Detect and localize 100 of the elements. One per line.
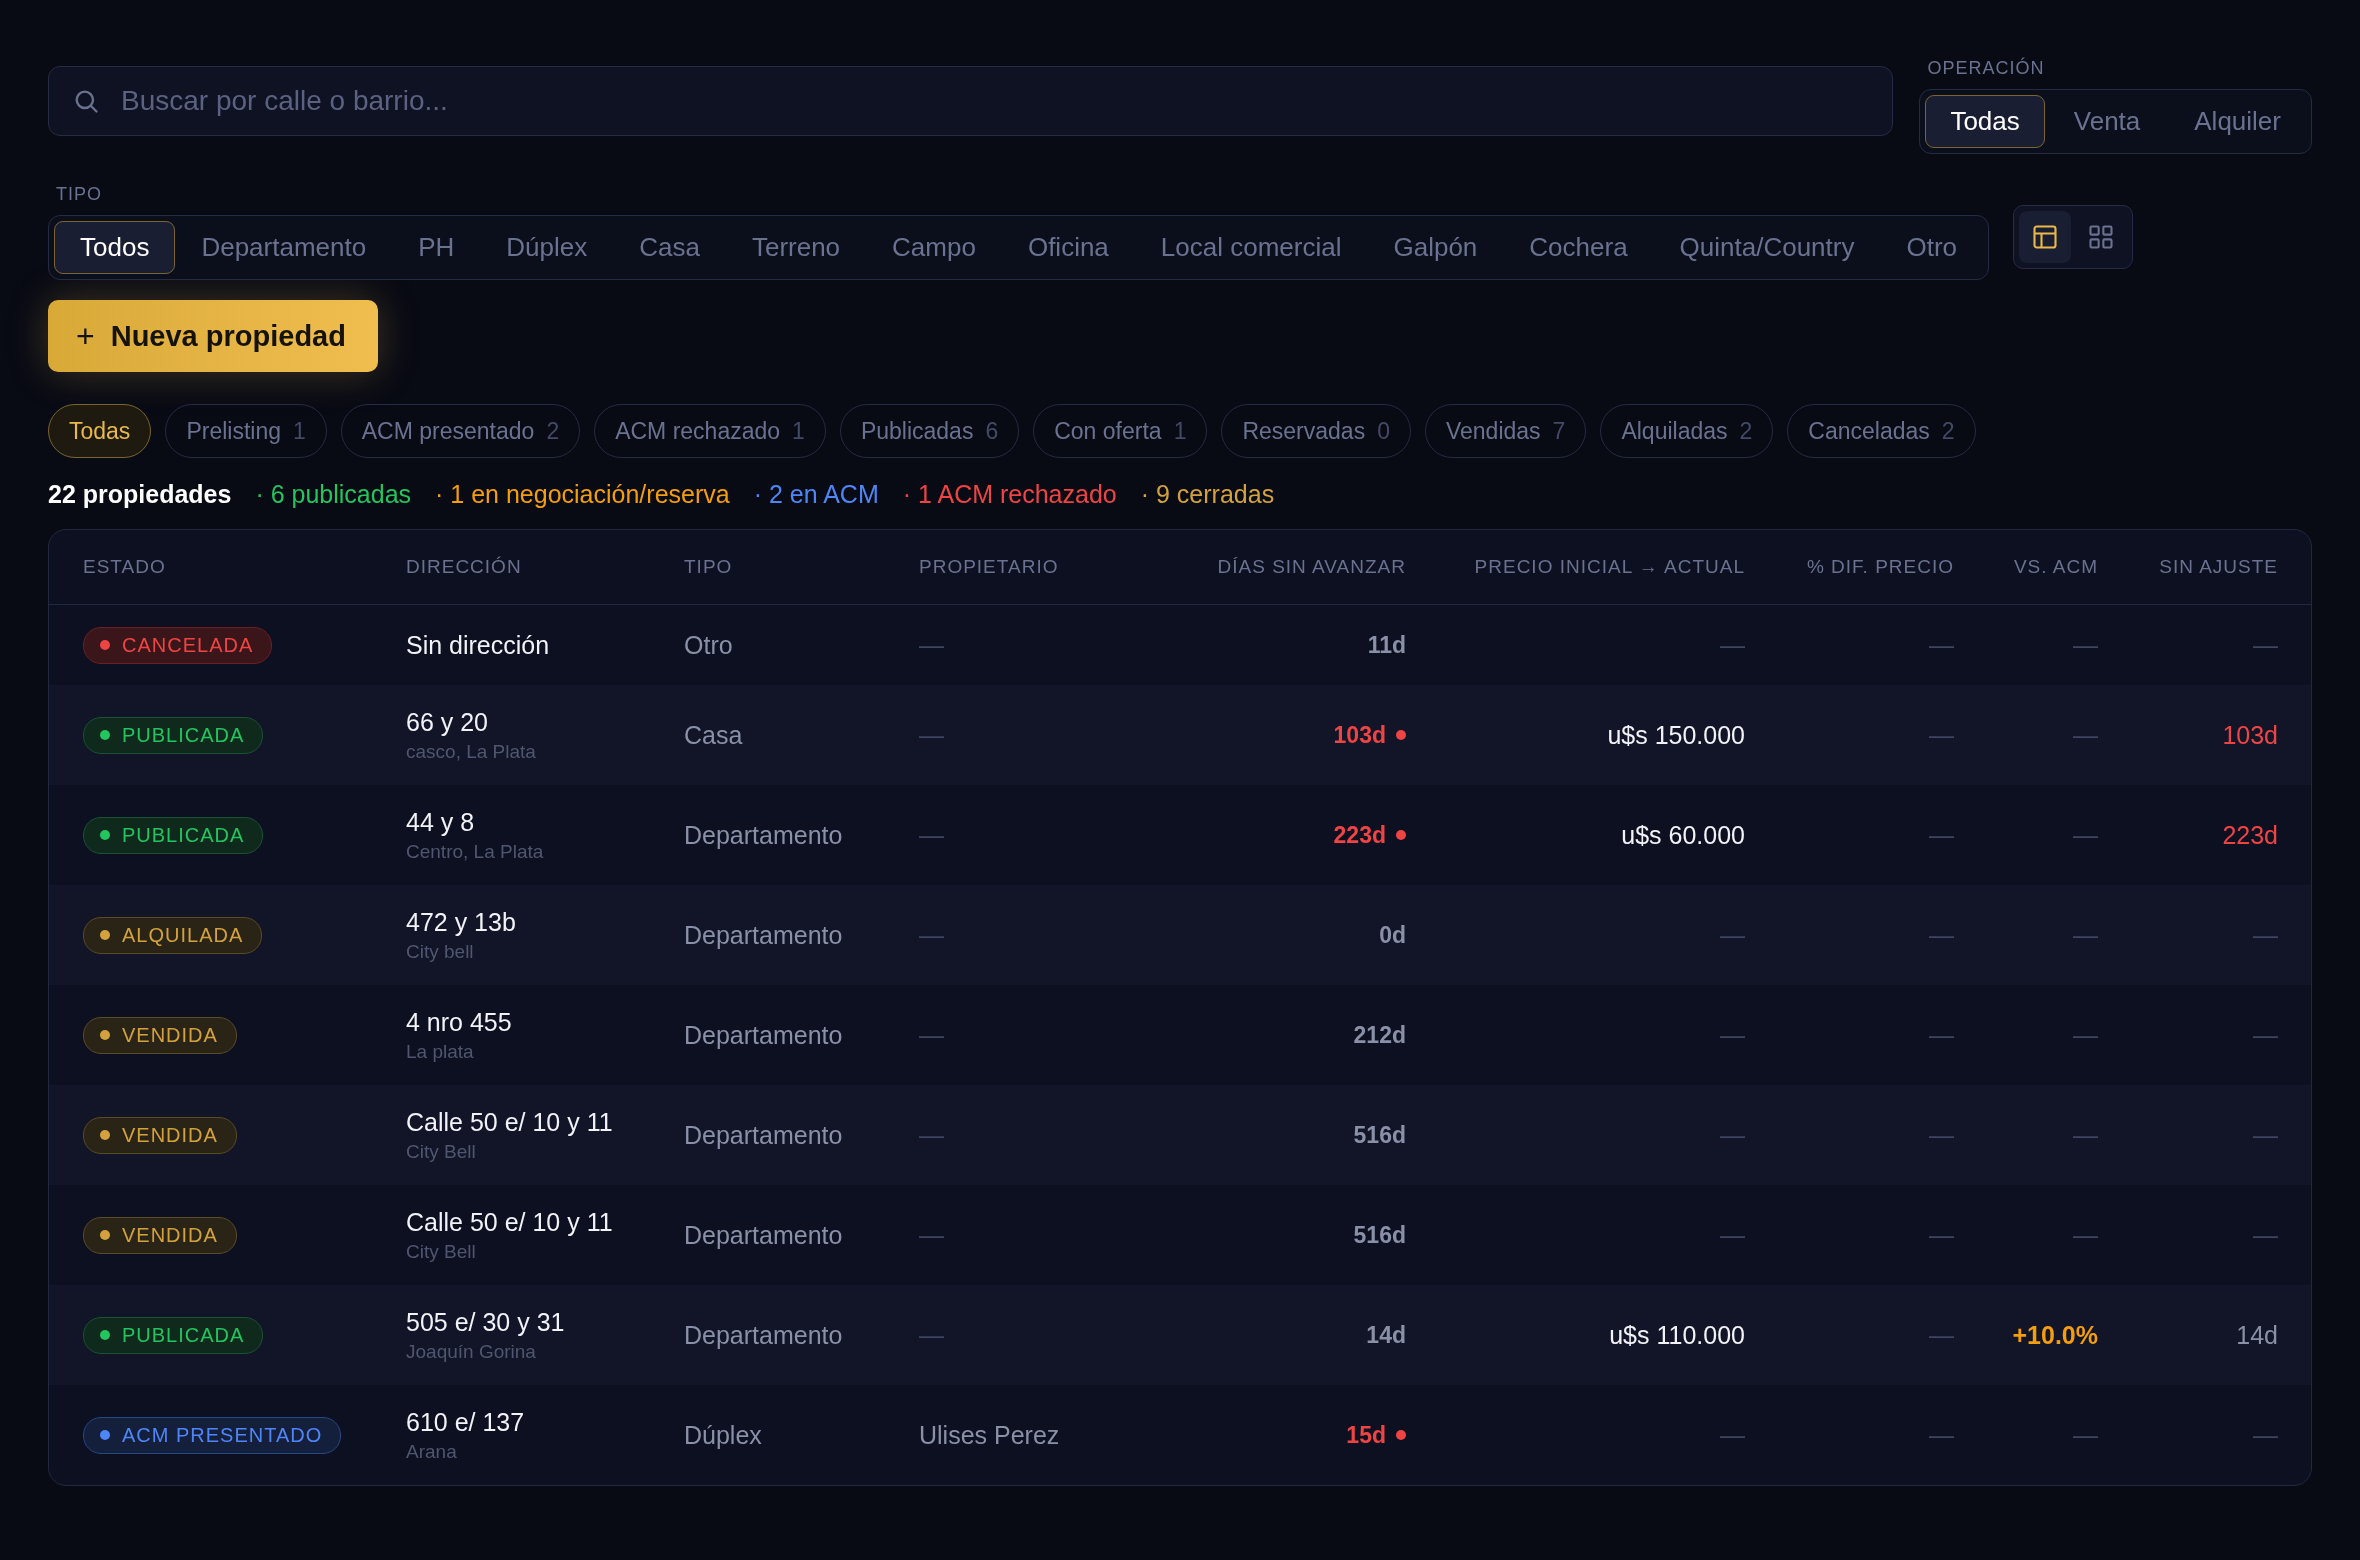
area-text: Joaquín Gorina [406,1340,537,1363]
table-cell: — [2253,630,2278,660]
table-cell: — [1929,920,1954,950]
status-badge: PUBLICADA [83,716,264,754]
area-text: La plata [406,1040,475,1063]
days-value: 516d [1353,1221,1406,1249]
column-header: ESTADO [83,556,167,578]
status-badge: VENDIDA [83,1216,237,1254]
operation-tab[interactable]: Todas [1925,95,2045,148]
address-text: 44 y 8 [406,807,476,837]
status-badge: PUBLICADA [83,816,264,854]
area-text: Arana [406,1440,458,1463]
summary-stat: · 2 en ACM [753,480,879,509]
table-cell-text: Casa [684,720,744,750]
days-value: 11d [1367,631,1406,659]
type-tab[interactable]: Cochera [1503,221,1654,274]
table-cell: 14d [2236,1320,2278,1350]
type-tab[interactable]: Todos [54,221,176,274]
status-badge: PUBLICADA [83,1316,264,1354]
status-badge: ALQUILADA [83,916,263,954]
summary-stat: · 1 en negociación/reserva [435,480,730,509]
table-cell: — [2253,1220,2278,1250]
filter-label: OPERACIÓN [1926,58,2046,79]
days-value: 0d [1379,921,1406,949]
alert-dot [1396,830,1406,840]
address-text: Sin dirección [406,630,551,660]
table-cell: — [1720,920,1745,950]
type-tab[interactable]: PH [392,221,481,274]
table-cell-text: — [919,1320,945,1350]
type-tab[interactable]: Terreno [725,221,867,274]
type-tab[interactable]: Quinta/Country [1653,221,1881,274]
table-cell: — [1720,1220,1745,1250]
status-badge: VENDIDA [83,1016,237,1054]
status-chip[interactable]: Todas [48,404,152,458]
table-cell: — [2073,1020,2098,1050]
new-property-button[interactable]: + Nueva propiedad [48,300,378,372]
area-text: casco, La Plata [406,740,537,763]
type-tab[interactable]: Oficina [1001,221,1135,274]
table-cell: u$s 110.000 [1609,1320,1745,1350]
table-cell: — [1929,1120,1954,1150]
table-cell: — [1929,1220,1954,1250]
table-cell: — [1929,1420,1954,1450]
area-text: Centro, La Plata [406,840,545,863]
column-header: SIN AJUSTE [2159,556,2278,578]
table-cell: — [1720,1420,1745,1450]
table-view-icon [2031,223,2060,251]
table-cell: — [2073,820,2098,850]
address-text: 66 y 20 [406,707,489,737]
table-cell: — [1720,630,1745,660]
area-text: City Bell [406,1240,477,1263]
column-header: VS. ACM [2013,556,2098,578]
column-header: % DIF. PRECIO [1806,556,1954,578]
table-cell: — [2073,1420,2098,1450]
table-cell: — [2073,1120,2098,1150]
table-cell: u$s 150.000 [1607,720,1745,750]
plus-icon: + [76,317,95,355]
summary-stat: · 1 ACM rechazado [902,480,1117,509]
table-cell: +10.0% [2012,1320,2098,1350]
address-text: 472 y 13b [406,907,517,937]
type-tab[interactable]: Galpón [1367,221,1504,274]
type-tab[interactable]: Campo [866,221,1002,274]
table-cell-text: Departamento [684,1120,844,1150]
table-cell: — [2253,1020,2278,1050]
operation-tab[interactable]: Venta [2048,95,2166,148]
alert-dot [1396,730,1406,740]
search-field[interactable]: Buscar por calle o barrio... [48,66,1894,136]
status-badge: CANCELADA [83,626,273,664]
table-cell-text: Otro [684,630,734,660]
address-text: Calle 50 e/ 10 y 11 [406,1207,614,1237]
address-text: 505 e/ 30 y 31 [406,1307,566,1337]
table-cell: — [2253,1120,2278,1150]
status-badge: ACM PRESENTADO [83,1416,342,1454]
table-cell-text: — [919,920,945,950]
table-cell: — [1720,1020,1745,1050]
address-text: 610 e/ 137 [406,1407,526,1437]
type-tab[interactable]: Dúplex [480,221,614,274]
address-text: 4 nro 455 [406,1007,513,1037]
table-cell: — [2073,720,2098,750]
status-badge: VENDIDA [83,1116,237,1154]
table-cell: — [2073,630,2098,660]
days-value: 223d [1333,821,1386,849]
table-cell: — [2253,1420,2278,1450]
operation-tab[interactable]: Alquiler [2169,95,2306,148]
days-value: 516d [1353,1121,1406,1149]
area-text: City Bell [406,1140,477,1163]
type-tab[interactable]: Local comercial [1134,221,1368,274]
column-header: DÍAS SIN AVANZAR [1217,556,1406,578]
summary-stat: · 9 cerradas [1140,480,1275,509]
table-cell: — [1929,1020,1954,1050]
table-cell-text: Ulises Perez [919,1420,1061,1450]
type-tab[interactable]: Casa [613,221,726,274]
table-cell-text: — [919,1220,945,1250]
view-button[interactable] [2019,211,2072,263]
address-text: Calle 50 e/ 10 y 11 [406,1107,614,1137]
table-cell: — [1929,1320,1954,1350]
type-tab[interactable]: Departamento [175,221,393,274]
type-tab[interactable]: Otro [1880,221,1984,274]
alert-dot [1396,1430,1406,1440]
table-cell-text: Departamento [684,920,844,950]
table-cell-text: Dúplex [684,1420,763,1450]
